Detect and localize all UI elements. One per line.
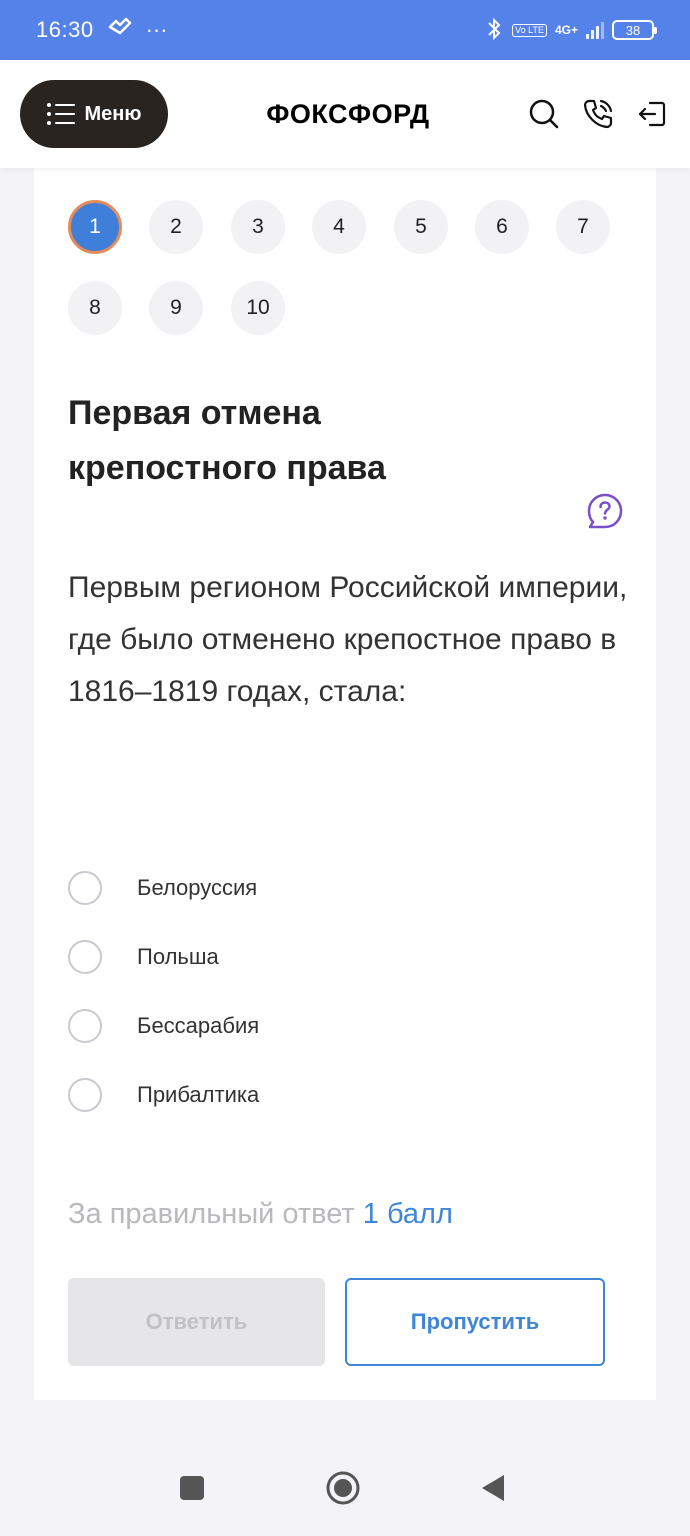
status-left: 16:30 ··· [36, 17, 168, 43]
signal-strength-icon [586, 21, 604, 39]
help-question-icon[interactable] [586, 492, 624, 530]
option-radio[interactable] [68, 1009, 102, 1043]
option-label: Польша [137, 944, 219, 969]
system-navigation-bar [0, 1440, 690, 1536]
option-bessarabia[interactable]: Бессарабия [68, 1006, 628, 1046]
search-icon[interactable] [524, 94, 564, 134]
option-label: Прибалтика [137, 1082, 260, 1107]
question-title: Первая отмена крепостного права [68, 394, 386, 487]
option-label: Бессарабия [137, 1013, 260, 1038]
skip-button[interactable]: Пропустить [345, 1278, 605, 1366]
back-icon[interactable] [473, 1468, 513, 1508]
page-9-button[interactable]: 9 [149, 281, 203, 335]
option-polsha[interactable]: Польша [68, 937, 628, 977]
app-header: Меню ФОКСФОРД [0, 60, 690, 168]
app-notification-icon [108, 17, 132, 43]
question-text: Первым регионом Российской империи, где … [68, 571, 628, 708]
page-6-button[interactable]: 6 [475, 200, 529, 254]
answer-button[interactable]: Ответить [68, 1278, 325, 1366]
battery-icon: 38 [612, 20, 657, 40]
page-3-button[interactable]: 3 [231, 200, 285, 254]
points-prefix: За правильный ответ [68, 1198, 355, 1230]
page-2-button[interactable]: 2 [149, 200, 203, 254]
points-value: 1 балл [362, 1198, 453, 1230]
status-time: 16:30 [36, 17, 94, 42]
page-8-button[interactable]: 8 [68, 281, 122, 335]
volte-icon: Vo LTE [512, 23, 547, 37]
phone-call-icon[interactable] [578, 94, 618, 134]
recent-apps-icon[interactable] [172, 1468, 212, 1508]
option-label: Белоруссия [137, 875, 258, 900]
option-belorussia[interactable]: Белоруссия [68, 868, 628, 908]
page-1-button[interactable]: 1 [68, 200, 122, 254]
login-icon[interactable] [632, 94, 672, 134]
page-5-button[interactable]: 5 [394, 200, 448, 254]
question-card: 1 2 3 4 5 6 7 8 9 10 Первая отмена крепо… [34, 168, 656, 1400]
status-right: Vo LTE 4G+ 38 [484, 17, 657, 44]
bluetooth-icon [484, 17, 504, 44]
menu-button[interactable]: Меню [20, 80, 168, 148]
status-bar: 16:30 ··· Vo LTE 4G+ 38 [0, 0, 690, 60]
network-type-label: 4G+ [554, 23, 578, 37]
points-info: За правильный ответ 1 балл [68, 1198, 453, 1231]
more-notifications-icon: ··· [145, 17, 168, 42]
page-10-button[interactable]: 10 [231, 281, 285, 335]
option-radio[interactable] [68, 1078, 102, 1112]
menu-button-label: Меню [84, 102, 142, 125]
option-radio[interactable] [68, 940, 102, 974]
menu-list-icon [46, 103, 75, 125]
option-pribaltika[interactable]: Прибалтика [68, 1075, 628, 1115]
option-radio[interactable] [68, 871, 102, 905]
home-icon[interactable] [323, 1468, 363, 1508]
foxford-logo[interactable]: ФОКСФОРД [262, 94, 434, 134]
page-4-button[interactable]: 4 [312, 200, 366, 254]
page-7-button[interactable]: 7 [556, 200, 610, 254]
